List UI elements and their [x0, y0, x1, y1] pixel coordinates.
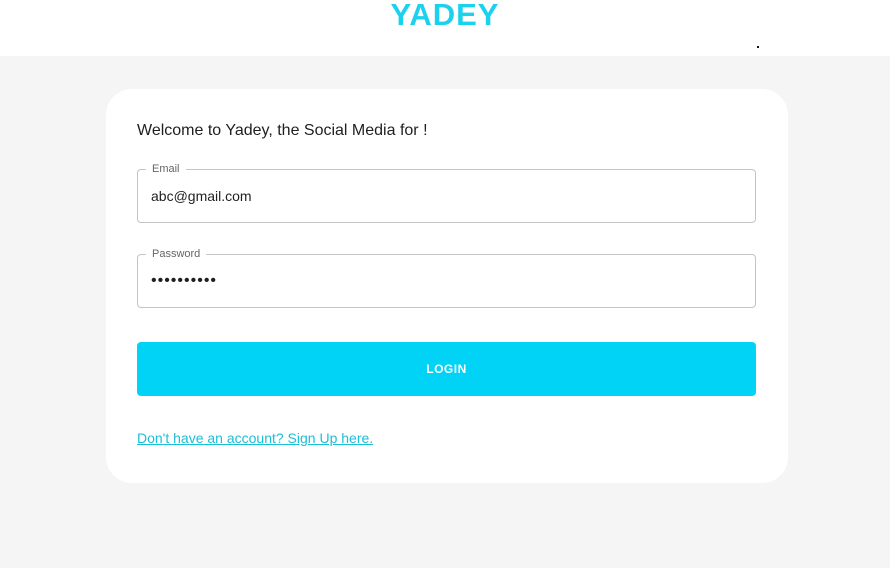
email-input[interactable] [151, 170, 741, 222]
login-button[interactable]: LOGIN [137, 342, 756, 396]
signup-link[interactable]: Don't have an account? Sign Up here. [137, 430, 373, 446]
password-field: Password [137, 247, 756, 308]
yadey-logo: YADEY [390, 0, 500, 32]
header-dot [757, 46, 759, 48]
welcome-heading: Welcome to Yadey, the Social Media for ! [137, 122, 428, 139]
top-header: YADEY [0, 0, 890, 56]
login-card: Welcome to Yadey, the Social Media for !… [106, 89, 788, 483]
password-input[interactable] [151, 255, 741, 307]
email-field: Email [137, 162, 756, 223]
